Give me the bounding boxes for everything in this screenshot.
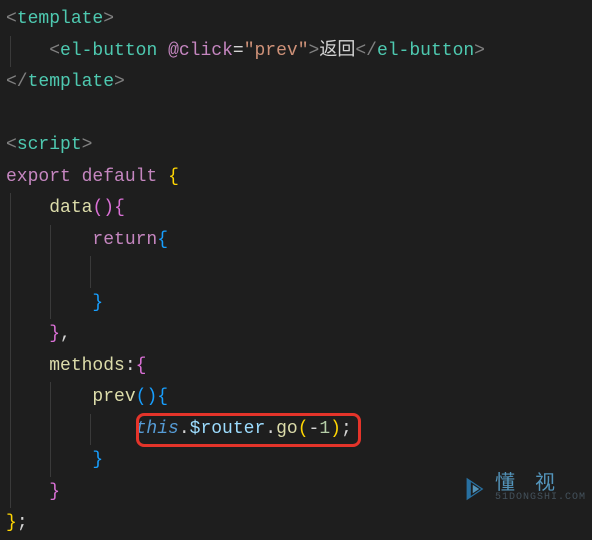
code-line-6: export default { — [0, 162, 592, 194]
fn-prev: prev — [92, 387, 135, 407]
code-line-17: }; — [0, 508, 592, 540]
bracket: < — [6, 9, 17, 29]
code-line-13: prev(){ — [0, 382, 592, 414]
code-line-8: return{ — [0, 225, 592, 257]
kw-this: this — [136, 419, 179, 439]
attr-click: @click — [168, 41, 233, 61]
code-line-16: } — [0, 477, 592, 509]
code-line-4 — [0, 99, 592, 131]
code-line-14: this.$router.go(-1); — [0, 414, 592, 446]
prop-router: $router — [190, 419, 266, 439]
button-text: 返回 — [319, 41, 355, 61]
prop-methods: methods — [49, 356, 125, 376]
tag-el-button: el-button — [60, 41, 157, 61]
code-line-15: } — [0, 445, 592, 477]
number-neg1: 1 — [319, 419, 330, 439]
tag-script: script — [17, 135, 82, 155]
bracket: < — [49, 41, 60, 61]
code-line-3: </template> — [0, 67, 592, 99]
code-line-5: <script> — [0, 130, 592, 162]
tag-template: template — [17, 9, 103, 29]
code-line-2: <el-button @click="prev">返回</el-button> — [0, 36, 592, 68]
method-go: go — [276, 419, 298, 439]
code-line-12: methods:{ — [0, 351, 592, 383]
attr-value-prev: prev — [255, 41, 298, 61]
code-line-1: <template> — [0, 4, 592, 36]
bracket: > — [103, 9, 114, 29]
kw-return: return — [92, 230, 157, 250]
code-line-7: data(){ — [0, 193, 592, 225]
code-line-9 — [0, 256, 592, 288]
kw-default: default — [82, 167, 158, 187]
fn-data: data — [49, 198, 92, 218]
kw-export: export — [6, 167, 71, 187]
code-line-10: } — [0, 288, 592, 320]
code-line-11: }, — [0, 319, 592, 351]
